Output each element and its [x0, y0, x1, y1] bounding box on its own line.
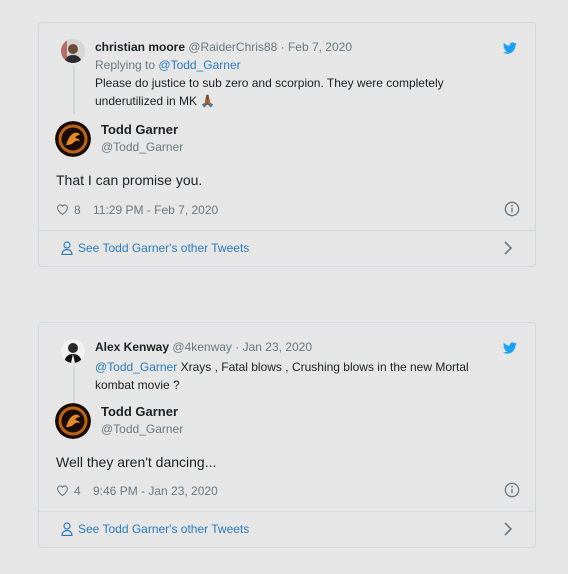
thread-line: [73, 66, 75, 114]
tweet-text: Well they aren't dancing...: [56, 454, 217, 470]
separator-dot: ·: [280, 40, 285, 54]
info-icon[interactable]: [504, 482, 520, 498]
tweet-card: Alex Kenway @4kenway · Jan 23, 2020 @Tod…: [38, 322, 536, 548]
see-other-tweets-label[interactable]: See Todd Garner's other Tweets: [78, 522, 249, 536]
tweet-date[interactable]: Feb 7, 2020: [288, 40, 352, 54]
like-count[interactable]: 8: [74, 203, 81, 217]
replying-to: Replying to @Todd_Garner: [95, 57, 505, 73]
person-icon: [61, 241, 73, 255]
avatar[interactable]: [61, 39, 85, 63]
avatar[interactable]: [55, 403, 91, 439]
avatar[interactable]: [55, 121, 91, 157]
tweet-date[interactable]: Jan 23, 2020: [243, 340, 312, 354]
see-other-tweets-link[interactable]: See Todd Garner's other Tweets: [39, 511, 535, 547]
tweet-card: christian moore @RaiderChris88 · Feb 7, …: [38, 22, 536, 267]
author-name[interactable]: Todd Garner: [101, 122, 178, 137]
like-count[interactable]: 4: [74, 484, 81, 498]
author-name[interactable]: christian moore: [95, 40, 185, 54]
twitter-bird-icon[interactable]: [503, 41, 517, 55]
author-handle[interactable]: @Todd_Garner: [101, 422, 183, 436]
see-other-tweets-label[interactable]: See Todd Garner's other Tweets: [78, 241, 249, 255]
author-handle[interactable]: @RaiderChris88: [188, 40, 277, 54]
chevron-right-icon[interactable]: [503, 522, 513, 536]
mortal-kombat-dragon-logo: [55, 121, 91, 157]
tweet-author[interactable]: Todd Garner @Todd_Garner: [55, 121, 355, 161]
mention-link[interactable]: @Todd_Garner: [95, 360, 177, 374]
author-name[interactable]: Alex Kenway: [95, 340, 169, 354]
separator-dot: ·: [235, 340, 240, 354]
author-handle[interactable]: @4kenway: [172, 340, 232, 354]
reply-text: Please do justice to sub zero and scorpi…: [95, 76, 444, 108]
avatar[interactable]: [61, 339, 85, 363]
tweet-timestamp[interactable]: 11:29 PM - Feb 7, 2020: [93, 203, 218, 217]
replying-to-label: Replying to: [95, 58, 156, 72]
mention-link[interactable]: @Todd_Garner: [158, 58, 240, 72]
heart-icon[interactable]: [56, 484, 69, 496]
tweet-author[interactable]: Todd Garner @Todd_Garner: [55, 403, 355, 443]
tweet-meta: 4 9:46 PM - Jan 23, 2020: [56, 482, 520, 500]
tweet-meta: 8 11:29 PM - Feb 7, 2020: [56, 201, 520, 219]
tweet-text: That I can promise you.: [56, 172, 203, 188]
chevron-right-icon[interactable]: [503, 241, 513, 255]
author-name[interactable]: Todd Garner: [101, 404, 178, 419]
tweet-timestamp[interactable]: 9:46 PM - Jan 23, 2020: [93, 484, 218, 498]
person-icon: [61, 522, 73, 536]
twitter-bird-icon[interactable]: [503, 341, 517, 355]
see-other-tweets-link[interactable]: See Todd Garner's other Tweets: [39, 230, 535, 266]
reply-text: @Todd_Garner Xrays , Fatal blows , Crush…: [95, 358, 505, 394]
info-icon[interactable]: [504, 201, 520, 217]
author-handle[interactable]: @Todd_Garner: [101, 140, 183, 154]
mortal-kombat-dragon-logo: [55, 403, 91, 439]
heart-icon[interactable]: [56, 203, 69, 215]
